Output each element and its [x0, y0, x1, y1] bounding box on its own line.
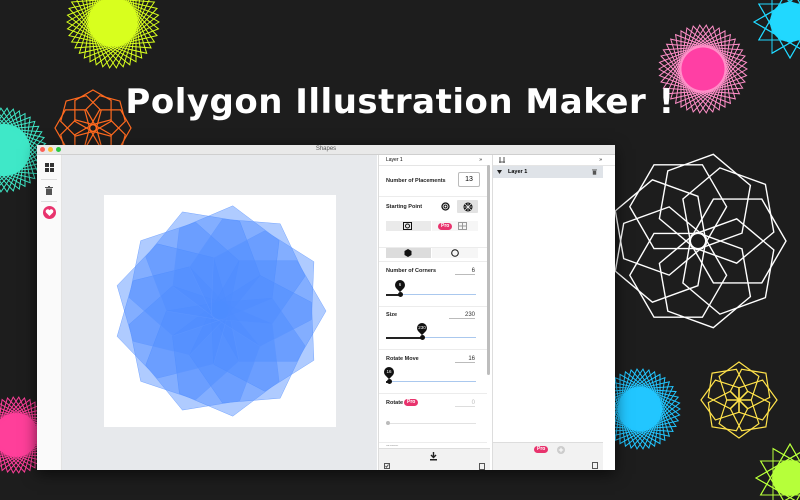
properties-panel: Layer 1 » Number of Placements 13 Starti…	[378, 155, 490, 470]
drawing-canvas[interactable]	[104, 195, 336, 427]
slider-knob[interactable]	[420, 335, 425, 340]
corners-slider[interactable]: 6	[386, 277, 476, 300]
placements-input[interactable]: 13	[458, 172, 480, 187]
cyan-starburst-topright	[753, 0, 800, 59]
layer-action-icon[interactable]	[592, 462, 598, 469]
document-icon[interactable]	[479, 463, 485, 470]
size-row: Size 230 230	[379, 306, 487, 350]
ring-icon	[440, 202, 450, 211]
slider-value-pin: 6	[392, 277, 408, 293]
grid-button[interactable]	[42, 160, 56, 174]
size-label: Size	[386, 312, 398, 318]
layers-panel: » Layer 1 Pro	[492, 155, 615, 470]
collapse-layers-button[interactable]: »	[599, 155, 602, 165]
properties-footer	[379, 448, 490, 470]
layers-footer: Pro	[493, 442, 603, 470]
shape-type-row	[379, 248, 487, 260]
collapse-properties-button[interactable]: »	[479, 155, 482, 165]
size-value[interactable]: 230	[449, 312, 475, 319]
layer-options-icon[interactable]	[499, 157, 506, 163]
delete-button[interactable]	[42, 183, 56, 197]
layer-name: Layer 1	[508, 169, 528, 175]
starting-point-ring-option[interactable]	[439, 201, 451, 212]
layers-pro-badge: Pro	[534, 446, 549, 453]
starting-point-label: Starting Point	[386, 204, 423, 210]
size-slider[interactable]: 230	[386, 320, 476, 343]
layer-title: Layer 1	[386, 157, 403, 163]
mode-segment-1[interactable]	[386, 221, 431, 231]
title-bar: Shapes	[37, 145, 615, 155]
slider-knob[interactable]	[398, 292, 403, 297]
expand-triangle-icon[interactable]	[497, 170, 502, 174]
add-layer-icon[interactable]	[557, 446, 565, 454]
checkbox-icon[interactable]	[384, 463, 390, 469]
layer-row[interactable]: Layer 1	[493, 166, 603, 178]
rotate-value: 0	[455, 400, 475, 407]
hexagon-icon	[404, 249, 412, 257]
placements-label: Number of Placements	[386, 178, 446, 184]
trash-icon	[45, 185, 53, 195]
rotate-row: Rotate Pro 0	[379, 394, 487, 443]
app-window: Shapes Layer 1 » Number of Placements 13	[37, 145, 615, 470]
canvas-area	[62, 155, 377, 470]
favorite-button[interactable]	[42, 205, 56, 219]
placements-row: Number of Placements 13	[379, 166, 487, 197]
white-geodesic-shape	[614, 153, 787, 329]
slider-knob[interactable]	[387, 379, 392, 384]
polygon-illustration[interactable]	[104, 195, 336, 427]
rotate-slider	[386, 421, 476, 427]
rotate-move-row: Rotate Move 16 16	[379, 350, 487, 394]
yellow-flower-shape	[700, 361, 778, 439]
layers-header: »	[493, 155, 615, 166]
circle-option[interactable]	[432, 248, 478, 258]
window-title: Shapes	[315, 146, 337, 152]
rotate-pro-badge: Pro	[404, 399, 419, 406]
grid-icon	[44, 162, 54, 172]
layer-trash-icon[interactable]	[592, 169, 597, 175]
burst-center-icon	[463, 202, 472, 211]
circle-icon	[451, 249, 459, 257]
pro-badge: Pro	[438, 222, 453, 230]
left-toolbar	[37, 155, 62, 470]
slider-value-pin: 230	[414, 320, 430, 336]
lime-starburst	[65, 0, 161, 69]
corners-label: Number of Corners	[386, 268, 437, 274]
grid-shape-icon	[458, 222, 467, 230]
rotate-label: Rotate	[386, 400, 404, 406]
green-starburst-bottomright	[754, 442, 800, 500]
starting-point-row: Starting Point Pro	[379, 197, 487, 248]
properties-header: Layer 1 »	[379, 155, 490, 166]
slider-value-pin: 16	[381, 364, 397, 380]
properties-scrollbar[interactable]	[487, 165, 490, 375]
starting-point-center-option[interactable]	[457, 200, 478, 213]
download-icon[interactable]	[429, 452, 438, 461]
mode-segment-pro[interactable]: Pro	[432, 221, 478, 231]
corners-row: Number of Corners 6 6	[379, 261, 487, 307]
frame-shape-icon	[403, 222, 412, 230]
hexagon-option[interactable]	[386, 248, 431, 258]
rotate-move-value[interactable]: 16	[455, 356, 475, 363]
headline: Polygon Illustration Maker !	[125, 82, 675, 122]
heart-icon	[42, 205, 56, 219]
rotate-move-slider[interactable]: 16	[381, 364, 476, 387]
rotate-move-label: Rotate Move	[386, 356, 419, 362]
corners-value[interactable]: 6	[455, 268, 475, 275]
